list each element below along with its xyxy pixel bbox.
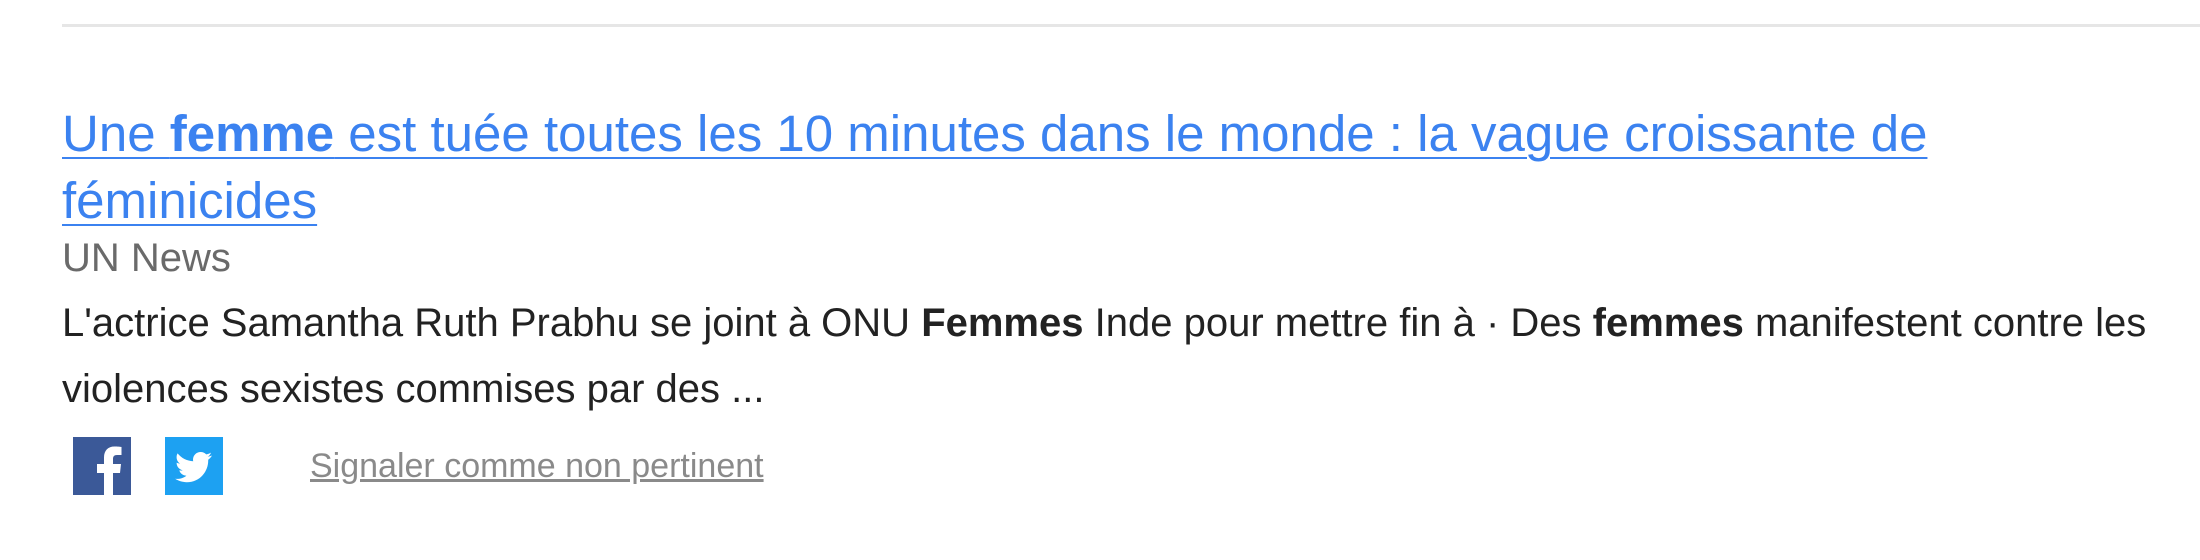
- search-result: Une femme est tuée toutes les 10 minutes…: [62, 100, 2172, 498]
- facebook-icon: [73, 437, 131, 495]
- result-source: UN News: [62, 236, 231, 280]
- snippet-text-2: Inde pour mettre fin à · Des: [1083, 301, 1593, 345]
- title-highlight: femme: [169, 105, 335, 162]
- snippet-highlight-2: femmes: [1592, 301, 1744, 345]
- result-title-link[interactable]: Une femme est tuée toutes les 10 minutes…: [62, 100, 2172, 234]
- result-actions: Signaler comme non pertinent: [62, 434, 2172, 498]
- twitter-share-button[interactable]: [164, 436, 224, 496]
- facebook-share-button[interactable]: [72, 436, 132, 496]
- title-text-2: est tuée toutes les 10 minutes dans le m…: [62, 105, 1928, 229]
- snippet-text-1: L'actrice Samantha Ruth Prabhu se joint …: [62, 301, 922, 345]
- result-snippet: L'actrice Samantha Ruth Prabhu se joint …: [62, 290, 2172, 422]
- top-divider: [62, 24, 2200, 27]
- title-text-1: Une: [62, 105, 170, 162]
- report-not-relevant-link[interactable]: Signaler comme non pertinent: [310, 447, 764, 486]
- twitter-icon: [165, 437, 223, 495]
- snippet-highlight-1: Femmes: [921, 301, 1084, 345]
